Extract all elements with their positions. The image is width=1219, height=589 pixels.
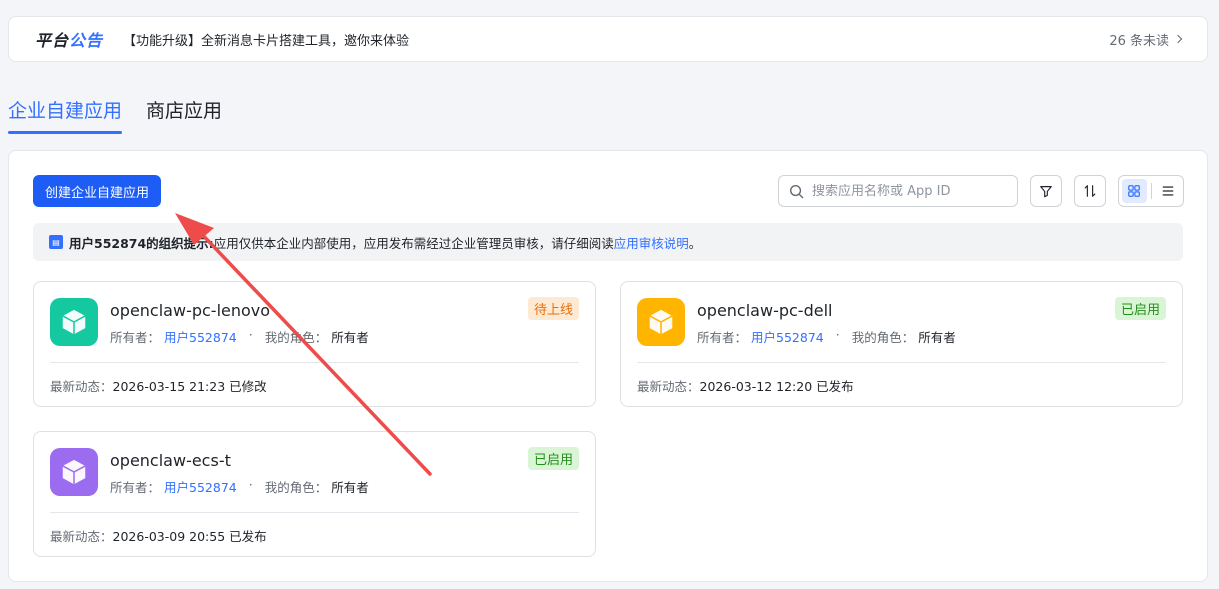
owner-link[interactable]: 用户552874 — [751, 327, 824, 346]
announcement-bar: 平台 公告 【功能升级】全新消息卡片搭建工具，邀你来体验 26 条未读 — [8, 16, 1208, 62]
status-badge: 待上线 — [527, 297, 579, 320]
filter-button[interactable] — [1030, 175, 1062, 207]
announcement-text[interactable]: 【功能升级】全新消息卡片搭建工具，邀你来体验 — [123, 30, 1109, 49]
app-activity: 最新动态：2026-03-09 20:55 已发布 — [50, 526, 267, 545]
unread-count-link[interactable]: 26 条未读 — [1109, 30, 1183, 49]
activity-label: 最新动态： — [50, 379, 113, 394]
tip-body: 应用仅供本企业内部使用，应用发布需经过企业管理员审核，请仔细阅读 — [213, 235, 614, 251]
app-meta: 所有者： 用户552874 · 我的角色： 所有者 — [110, 477, 369, 496]
app-name: openclaw-pc-lenovo — [110, 301, 271, 320]
list-view-button[interactable] — [1155, 179, 1180, 203]
owner-link[interactable]: 用户552874 — [164, 477, 237, 496]
sort-icon — [1084, 185, 1096, 197]
activity-value: 2026-03-09 20:55 已发布 — [112, 529, 267, 544]
role-value: 所有者 — [331, 330, 369, 345]
cube-icon — [50, 298, 98, 346]
owner-label: 所有者： — [697, 330, 748, 345]
app-type-tabs: 企业自建应用 商店应用 — [8, 96, 222, 134]
filter-icon — [1040, 186, 1052, 198]
sort-button[interactable] — [1074, 175, 1106, 207]
announcement-logo-part1: 平台 — [35, 31, 70, 50]
owner-label: 所有者： — [110, 330, 161, 345]
announcement-logo: 平台 公告 — [35, 27, 103, 51]
view-toggle — [1118, 175, 1184, 207]
announcement-logo-part2: 公告 — [69, 31, 104, 50]
grid-view-button[interactable] — [1122, 179, 1147, 203]
app-meta: 所有者： 用户552874 · 我的角色： 所有者 — [110, 327, 369, 346]
search-input[interactable] — [812, 183, 1002, 199]
app-card[interactable]: openclaw-pc-lenovo 所有者： 用户552874 · 我的角色：… — [33, 281, 596, 407]
card-divider — [50, 512, 579, 513]
role-label: 我的角色： — [264, 480, 328, 495]
search-icon — [789, 184, 804, 198]
role-label: 我的角色： — [851, 330, 915, 345]
app-name: openclaw-pc-dell — [697, 301, 833, 320]
app-activity: 最新动态：2026-03-15 21:23 已修改 — [50, 376, 267, 395]
review-guide-link[interactable]: 应用审核说明 — [614, 233, 689, 252]
tab-store-apps[interactable]: 商店应用 — [146, 96, 222, 134]
chevron-right-icon — [1173, 34, 1183, 44]
cube-icon — [50, 448, 98, 496]
role-label: 我的角色： — [264, 330, 328, 345]
owner-link[interactable]: 用户552874 — [164, 327, 237, 346]
app-activity: 最新动态：2026-03-12 12:20 已发布 — [637, 376, 854, 395]
app-meta: 所有者： 用户552874 · 我的角色： 所有者 — [697, 327, 956, 346]
role-value: 所有者 — [918, 330, 956, 345]
card-divider — [50, 362, 579, 363]
grid-icon — [1128, 185, 1141, 197]
owner-label: 所有者： — [110, 480, 161, 495]
app-card[interactable]: openclaw-pc-dell 所有者： 用户552874 · 我的角色： 所… — [620, 281, 1183, 407]
org-tip: ▤ 用户552874的组织提示: 应用仅供本企业内部使用，应用发布需经过企业管理… — [33, 223, 1183, 261]
search-box[interactable] — [778, 175, 1018, 207]
card-divider — [637, 362, 1166, 363]
view-toggle-divider — [1150, 183, 1152, 199]
tab-enterprise-apps[interactable]: 企业自建应用 — [8, 96, 123, 134]
role-value: 所有者 — [331, 480, 369, 495]
meta-separator: · — [835, 327, 840, 342]
activity-label: 最新动态： — [637, 379, 700, 394]
cube-icon — [637, 298, 685, 346]
tip-prefix: 用户552874的组织提示: — [69, 235, 214, 251]
list-icon — [1162, 186, 1173, 196]
app-card[interactable]: openclaw-ecs-t 所有者： 用户552874 · 我的角色： 所有者… — [33, 431, 596, 557]
app-name: openclaw-ecs-t — [110, 451, 231, 470]
note-icon: ▤ — [49, 235, 63, 249]
status-badge: 已启用 — [527, 447, 579, 470]
status-badge: 已启用 — [1114, 297, 1166, 320]
apps-panel: 创建企业自建应用 ▤ 用户552874的组织提示: 应用仅供本企业内部使用，应用… — [8, 150, 1208, 582]
meta-separator: · — [248, 477, 253, 492]
activity-label: 最新动态： — [50, 529, 113, 544]
tip-suffix: 。 — [688, 235, 702, 251]
create-app-button[interactable]: 创建企业自建应用 — [33, 175, 162, 207]
activity-value: 2026-03-15 21:23 已修改 — [112, 379, 267, 394]
activity-value: 2026-03-12 12:20 已发布 — [699, 379, 854, 394]
meta-separator: · — [248, 327, 253, 342]
unread-count-label: 26 条未读 — [1109, 33, 1169, 49]
